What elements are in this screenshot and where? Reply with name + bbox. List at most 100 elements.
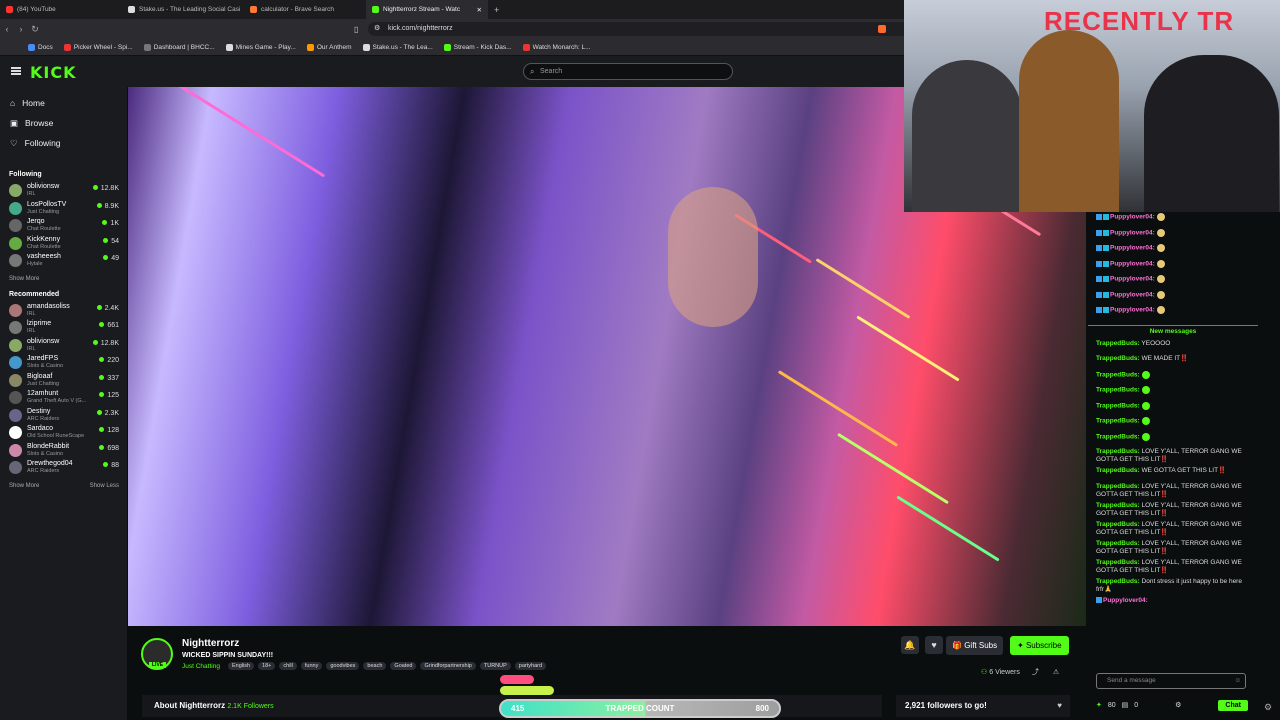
- follow-heart-icon[interactable]: ♥: [925, 636, 943, 654]
- emoji-icon[interactable]: ☺: [1234, 674, 1241, 688]
- badge-icon: [1096, 260, 1102, 267]
- bookmark-mines[interactable]: Mines Game - Play...: [225, 43, 296, 51]
- person-center: [1019, 30, 1119, 212]
- tab-nightterrorz[interactable]: Nightterrorz Stream - Watc ✕: [366, 0, 488, 19]
- channel-item[interactable]: Jerqo Chat Roulette 1K: [0, 217, 127, 235]
- new-tab-icon[interactable]: +: [494, 5, 499, 15]
- tab-calculator[interactable]: calculator - Brave Search: [244, 0, 366, 19]
- share-icon[interactable]: ⤴: [1032, 669, 1039, 676]
- subscribe-button[interactable]: ✦ Subscribe: [1010, 636, 1069, 655]
- inventory-icon[interactable]: ▤: [1122, 701, 1129, 709]
- back-icon[interactable]: ‹: [0, 24, 14, 34]
- channel-item[interactable]: JaredFPS Slots & Casino 220: [0, 354, 127, 372]
- report-icon[interactable]: ⚠: [1053, 669, 1059, 676]
- channel-item[interactable]: KickKenny Chat Roulette 54: [0, 235, 127, 253]
- bookmark-dashboard[interactable]: Dashboard | BHCC...: [143, 43, 215, 51]
- nav-browse[interactable]: ▣ Browse: [0, 113, 127, 133]
- site-info-icon[interactable]: ⚙: [374, 22, 380, 36]
- chat-username[interactable]: TrappedBuds:: [1096, 355, 1140, 362]
- gift-subs-button[interactable]: 🎁 Gift Subs: [946, 636, 1004, 655]
- stream-tag[interactable]: goodvibes: [326, 662, 360, 670]
- stream-tag[interactable]: TURNUP: [479, 662, 511, 670]
- show-less-button[interactable]: Show Less: [90, 483, 119, 494]
- chat-username[interactable]: TrappedBuds:: [1096, 387, 1140, 394]
- send-chat-button[interactable]: Chat: [1218, 699, 1248, 711]
- chat-username[interactable]: TrappedBuds:: [1096, 467, 1140, 474]
- forward-icon[interactable]: ›: [14, 24, 28, 34]
- nav-following[interactable]: ♡ Following: [0, 133, 127, 153]
- settings-icon[interactable]: ⚙: [1175, 701, 1181, 709]
- brave-shield-icon[interactable]: [878, 25, 886, 33]
- chat-username[interactable]: Puppylover04:: [1110, 245, 1155, 252]
- channel-text: Destiny ARC Raiders: [27, 408, 59, 423]
- reload-icon[interactable]: ↻: [28, 24, 42, 35]
- chat-username[interactable]: TrappedBuds:: [1096, 402, 1140, 409]
- url-field[interactable]: ⚙ kick.com/nightterrorz: [368, 22, 908, 36]
- search-input[interactable]: ⌕ Search: [523, 63, 733, 80]
- kick-logo[interactable]: KICK: [30, 63, 77, 82]
- show-more-button[interactable]: Show More: [9, 483, 39, 494]
- stream-tag[interactable]: 18+: [258, 662, 276, 670]
- chat-username[interactable]: TrappedBuds:: [1096, 340, 1140, 347]
- channel-item[interactable]: amandasoliss IRL 2.4K: [0, 302, 127, 320]
- blurred-figure: [668, 187, 758, 327]
- channel-item[interactable]: 12amhunt Grand Theft Auto V (G... 125: [0, 389, 127, 407]
- bookmark-monarch[interactable]: Watch Monarch: L...: [522, 43, 590, 51]
- stream-tag[interactable]: English: [228, 662, 255, 670]
- stream-tag[interactable]: Grindforpartnership: [420, 662, 476, 670]
- heart-goal-icon[interactable]: ♥: [1057, 695, 1062, 717]
- stream-tag[interactable]: funny: [300, 662, 323, 670]
- channel-item[interactable]: LosPollosTV Just Chatting 8.9K: [0, 200, 127, 218]
- nav-home[interactable]: ⌂ Home: [0, 93, 127, 113]
- close-tab-icon[interactable]: ✕: [477, 6, 482, 14]
- chat-settings-icon[interactable]: ⚙: [1264, 702, 1272, 713]
- channel-item[interactable]: vasheeesh Hytale 49: [0, 252, 127, 270]
- channel-item[interactable]: Destiny ARC Raiders 2.3K: [0, 407, 127, 425]
- bookmark-docs[interactable]: Docs: [28, 43, 53, 51]
- channel-item[interactable]: oblivionsw IRL 12.8K: [0, 182, 127, 200]
- stream-tag[interactable]: beach: [363, 662, 387, 670]
- channel-name[interactable]: Nightterrorz: [182, 638, 239, 649]
- chat-username[interactable]: TrappedBuds:: [1096, 371, 1140, 378]
- chat-username[interactable]: TrappedBuds:: [1096, 540, 1140, 547]
- chat-username[interactable]: TrappedBuds:: [1096, 433, 1140, 440]
- badge-icon: [1103, 276, 1109, 282]
- bookmark-picker-wheel[interactable]: Picker Wheel - Spi...: [63, 43, 133, 51]
- stream-tag[interactable]: Goated: [390, 662, 417, 670]
- chat-message-input[interactable]: Send a message ☺: [1096, 673, 1246, 689]
- menu-icon[interactable]: [11, 67, 21, 75]
- chat-username[interactable]: TrappedBuds:: [1096, 521, 1140, 528]
- tab-youtube[interactable]: (84) YouTube: [0, 0, 122, 19]
- chat-username[interactable]: Puppylover04:: [1110, 307, 1155, 314]
- channel-item[interactable]: Bigloaaf Just Chatting 337: [0, 372, 127, 390]
- chat-username[interactable]: TrappedBuds:: [1096, 418, 1140, 425]
- bookmark-icon[interactable]: ▯: [354, 25, 358, 34]
- bookmark-kick-dashboard[interactable]: Stream - Kick Das...: [443, 43, 512, 51]
- channel-item[interactable]: Sardaco Old School RuneScape 128: [0, 424, 127, 442]
- chat-username[interactable]: Puppylover04:: [1110, 276, 1155, 283]
- channel-item[interactable]: Drewthegod04 ARC Raiders 88: [0, 459, 127, 477]
- stream-category[interactable]: Just Chatting: [182, 663, 220, 670]
- chat-username[interactable]: TrappedBuds:: [1096, 483, 1140, 490]
- chat-username[interactable]: TrappedBuds:: [1096, 559, 1140, 566]
- chat-username[interactable]: TrappedBuds:: [1096, 502, 1140, 509]
- chat-username[interactable]: TrappedBuds:: [1096, 578, 1140, 585]
- channel-item[interactable]: lziprime IRL 661: [0, 319, 127, 337]
- tab-stake[interactable]: Stake.us - The Leading Social Casi: [122, 0, 244, 19]
- stream-tag[interactable]: partyhard: [514, 662, 547, 670]
- chat-username[interactable]: Puppylover04:: [1103, 597, 1148, 604]
- notification-bell-icon[interactable]: 🔔: [901, 636, 919, 654]
- chat-username[interactable]: Puppylover04:: [1110, 291, 1155, 298]
- points-icon[interactable]: ✦: [1096, 701, 1102, 709]
- chat-username[interactable]: TrappedBuds:: [1096, 448, 1140, 455]
- bookmark-anthem[interactable]: Our Anthem: [306, 43, 352, 51]
- chat-username[interactable]: Puppylover04:: [1110, 214, 1155, 221]
- bookmark-stake[interactable]: Stake.us - The Lea...: [362, 43, 433, 51]
- chat-username[interactable]: Puppylover04:: [1110, 229, 1155, 236]
- show-more-following[interactable]: Show More: [0, 270, 127, 287]
- chat-username[interactable]: Puppylover04:: [1110, 260, 1155, 267]
- stream-tag[interactable]: chill: [279, 662, 297, 670]
- channel-item[interactable]: BlondeRabbit Slots & Casino 698: [0, 442, 127, 460]
- channel-item[interactable]: oblivionsw IRL 12.8K: [0, 337, 127, 355]
- channel-category: Chat Roulette: [27, 243, 61, 250]
